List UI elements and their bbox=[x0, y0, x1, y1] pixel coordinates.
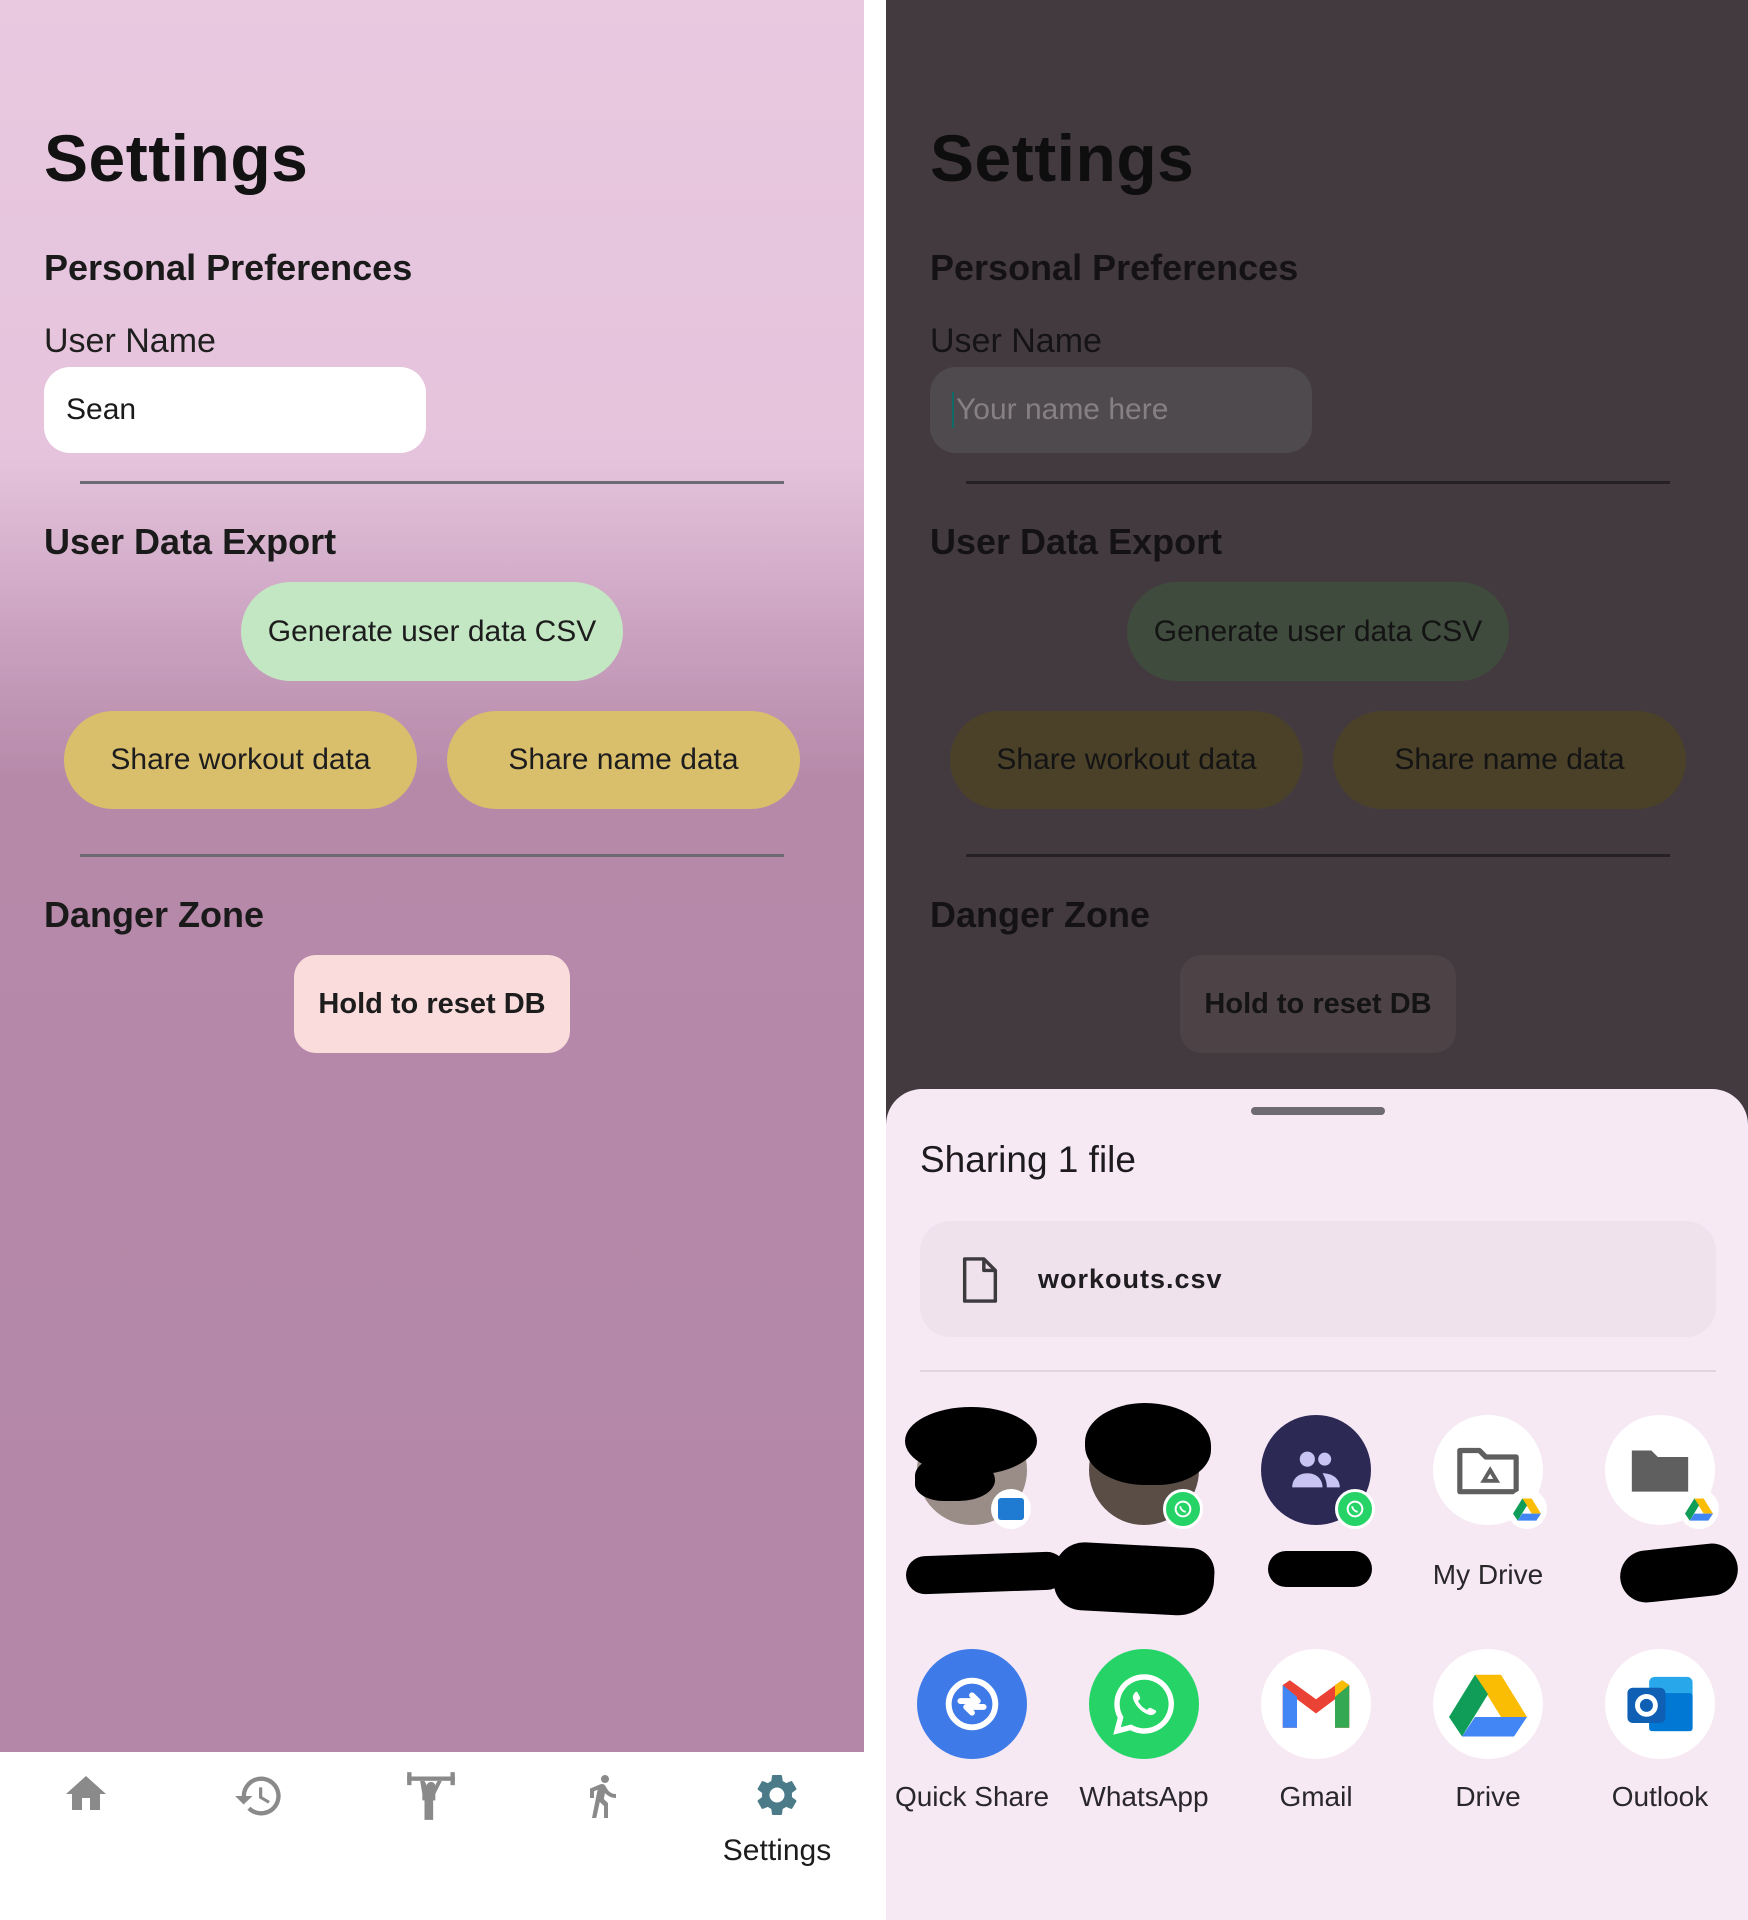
share-app-label: Outlook bbox=[1611, 1781, 1709, 1812]
group-icon bbox=[1261, 1415, 1375, 1529]
user-name-placeholder: Your name here bbox=[956, 393, 1169, 426]
nav-settings[interactable]: Settings bbox=[717, 1752, 837, 1920]
redaction-mark bbox=[905, 1551, 1067, 1595]
direct-share-target[interactable] bbox=[886, 1407, 1058, 1559]
outlook-icon bbox=[1605, 1649, 1715, 1759]
share-name-button[interactable]: Share name data bbox=[1333, 711, 1686, 809]
drive-badge-icon bbox=[1679, 1489, 1719, 1529]
divider bbox=[920, 1370, 1716, 1372]
generate-csv-button[interactable]: Generate user data CSV bbox=[1127, 582, 1509, 681]
direct-target-label: My Drive bbox=[1432, 1559, 1544, 1590]
section-personal-preferences: Personal Preferences bbox=[930, 247, 1299, 288]
share-sheet: Sharing 1 file workouts.csv My Drive Qui… bbox=[886, 1089, 1748, 1920]
shared-file-name: workouts.csv bbox=[1038, 1264, 1223, 1294]
reset-db-button[interactable]: Hold to reset DB bbox=[1180, 955, 1456, 1053]
share-app-label: Drive bbox=[1455, 1781, 1521, 1812]
direct-share-target[interactable]: My Drive bbox=[1402, 1415, 1574, 1591]
text-cursor bbox=[952, 392, 954, 428]
running-icon bbox=[590, 1775, 616, 1818]
user-name-input[interactable]: Your name here bbox=[930, 367, 1312, 453]
page-title: Settings bbox=[930, 121, 1195, 195]
share-workout-button[interactable]: Share workout data bbox=[64, 711, 417, 809]
divider bbox=[966, 854, 1670, 857]
nav-settings-label: Settings bbox=[722, 1834, 832, 1867]
reset-db-button[interactable]: Hold to reset DB bbox=[294, 955, 570, 1053]
settings-screen-with-share-sheet: Settings Personal Preferences User Name … bbox=[886, 0, 1748, 1920]
whatsapp-badge-icon bbox=[1335, 1489, 1375, 1529]
nav-home[interactable] bbox=[26, 1752, 146, 1920]
folder-icon bbox=[1605, 1415, 1719, 1529]
drive-icon bbox=[1433, 1649, 1543, 1759]
divider bbox=[966, 481, 1670, 484]
contact-avatar bbox=[905, 1407, 1037, 1529]
gear-icon bbox=[757, 1775, 797, 1815]
user-name-label: User Name bbox=[930, 322, 1102, 360]
share-app-gmail[interactable]: Gmail bbox=[1230, 1649, 1402, 1813]
history-icon bbox=[235, 1776, 281, 1816]
section-user-data-export: User Data Export bbox=[44, 521, 337, 562]
section-personal-preferences: Personal Preferences bbox=[44, 247, 413, 288]
divider bbox=[80, 854, 784, 857]
direct-share-target[interactable] bbox=[1230, 1415, 1402, 1559]
contact-avatar bbox=[1085, 1403, 1211, 1529]
whatsapp-badge-icon bbox=[1163, 1489, 1203, 1529]
share-app-quick-share[interactable]: Quick Share bbox=[886, 1649, 1058, 1813]
share-app-whatsapp[interactable]: WhatsApp bbox=[1058, 1649, 1230, 1813]
share-app-drive[interactable]: Drive bbox=[1402, 1649, 1574, 1813]
direct-share-target[interactable] bbox=[1058, 1403, 1230, 1559]
share-app-label: WhatsApp bbox=[1079, 1781, 1209, 1812]
settings-screen-light: Settings Personal Preferences User Name … bbox=[0, 0, 864, 1920]
direct-share-target[interactable] bbox=[1574, 1415, 1746, 1559]
share-workout-button[interactable]: Share workout data bbox=[950, 711, 1303, 809]
redaction-mark bbox=[1268, 1551, 1372, 1587]
divider bbox=[80, 481, 784, 484]
share-sheet-title: Sharing 1 file bbox=[920, 1139, 1136, 1180]
share-app-label: Quick Share bbox=[894, 1781, 1050, 1812]
share-name-button[interactable]: Share name data bbox=[447, 711, 800, 809]
section-user-data-export: User Data Export bbox=[930, 521, 1223, 562]
nav-activity[interactable] bbox=[542, 1752, 662, 1920]
gmail-icon bbox=[1261, 1649, 1371, 1759]
page-title: Settings bbox=[44, 121, 309, 195]
drive-folder-icon bbox=[1433, 1415, 1547, 1529]
drive-badge-icon bbox=[1507, 1489, 1547, 1529]
whatsapp-icon bbox=[1089, 1649, 1199, 1759]
share-app-label: Gmail bbox=[1279, 1781, 1353, 1812]
home-icon bbox=[66, 1776, 106, 1810]
nav-history[interactable] bbox=[199, 1752, 319, 1920]
redaction-mark bbox=[1052, 1540, 1216, 1618]
file-icon bbox=[962, 1257, 998, 1303]
bottom-navigation: Settings bbox=[0, 1752, 864, 1920]
nav-workout[interactable] bbox=[371, 1752, 491, 1920]
screenshot-separator bbox=[864, 0, 886, 1920]
shared-file-card: workouts.csv bbox=[920, 1221, 1716, 1337]
quick-share-icon bbox=[917, 1649, 1027, 1759]
outlook-badge-icon bbox=[991, 1489, 1031, 1529]
share-app-outlook[interactable]: Outlook bbox=[1574, 1649, 1746, 1813]
sheet-drag-handle[interactable] bbox=[1251, 1107, 1385, 1115]
weightlifting-icon bbox=[407, 1772, 455, 1820]
section-danger-zone: Danger Zone bbox=[44, 894, 265, 935]
user-name-input[interactable]: Sean bbox=[44, 367, 426, 453]
user-name-label: User Name bbox=[44, 322, 216, 360]
section-danger-zone: Danger Zone bbox=[930, 894, 1151, 935]
generate-csv-button[interactable]: Generate user data CSV bbox=[241, 582, 623, 681]
